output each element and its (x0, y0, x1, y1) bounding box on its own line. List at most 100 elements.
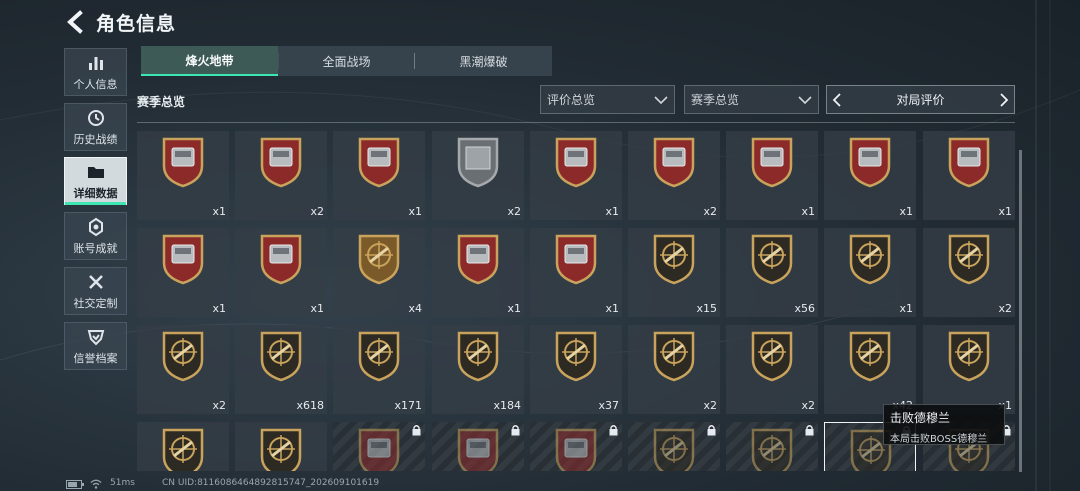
tab-tide-breach[interactable]: 黑潮爆破 (415, 46, 552, 76)
nav-item-detailed-data[interactable]: 详细数据 (64, 157, 127, 205)
badge-cell[interactable] (432, 422, 524, 471)
tab-hazard-zone[interactable]: 烽火地带 (141, 46, 278, 76)
nav-label: 社交定制 (73, 296, 118, 310)
badge-server-icon (555, 137, 597, 188)
nav-item-history[interactable]: 历史战绩 (64, 103, 127, 151)
badge-count: x2 (703, 205, 717, 218)
badge-count: x2 (310, 205, 324, 218)
badge-count: x1 (899, 205, 913, 218)
badge-sniper-icon (849, 234, 891, 285)
badge-cell[interactable]: x184 (432, 325, 524, 414)
badge-cell[interactable] (628, 422, 720, 471)
badge-cell[interactable]: x1 (137, 228, 229, 317)
badge-cell[interactable]: x1 (726, 131, 818, 220)
badge-cell[interactable]: x2 (432, 131, 524, 220)
badge-count: x1 (605, 205, 619, 218)
badge-painting-icon (358, 234, 400, 285)
badge-cell[interactable]: x4 (333, 228, 425, 317)
badge-cell[interactable]: x15 (628, 228, 720, 317)
nav-label: 详细数据 (73, 186, 118, 200)
tab-full-battlefield[interactable]: 全面战场 (278, 46, 415, 76)
badge-cell[interactable]: x618 (235, 325, 327, 414)
badge-cell[interactable] (333, 422, 425, 471)
chevron-right-icon[interactable] (994, 86, 1014, 114)
badge-cell[interactable] (137, 422, 229, 471)
badge-head-icon (162, 428, 204, 471)
badge-officer-icon (751, 331, 793, 382)
badge-drone-icon (260, 234, 302, 285)
badge-cell[interactable]: x2 (726, 325, 818, 414)
badge-cell[interactable]: x37 (530, 325, 622, 414)
bar-chart-icon (88, 56, 103, 70)
dropdown-value: 评价总览 (547, 93, 596, 107)
badge-medal-icon (457, 331, 499, 382)
lock-icon (609, 425, 618, 436)
badge-cell[interactable]: x2 (235, 131, 327, 220)
lock-icon (412, 425, 421, 436)
nav-item-achievements[interactable]: 账号成就 (64, 212, 127, 260)
badge-count: x1 (310, 302, 324, 315)
badge-cell[interactable]: x1 (824, 131, 916, 220)
badge-count: x618 (296, 399, 324, 412)
season-overview-dropdown[interactable]: 赛季总览 (684, 85, 819, 114)
section-title: 赛季总览 (137, 95, 186, 109)
badge-cell[interactable]: x42 (824, 325, 916, 414)
badge-cell[interactable]: x1 (235, 228, 327, 317)
chevron-left-icon[interactable] (827, 86, 847, 114)
badge-cell[interactable]: x1 (923, 131, 1015, 220)
nav-item-reputation[interactable]: 信誉档案 (64, 322, 127, 370)
badge-count: x2 (801, 399, 815, 412)
badge-count: x1 (212, 302, 226, 315)
section-divider (137, 122, 1015, 123)
badge-cell[interactable]: x1 (530, 228, 622, 317)
badge-cell[interactable]: x171 (333, 325, 425, 414)
badge-cell[interactable]: x1 (824, 228, 916, 317)
badge-count: x1 (507, 302, 521, 315)
badge-cell[interactable]: x1 (333, 131, 425, 220)
badge-plate-icon (457, 137, 499, 188)
wifi-icon (90, 479, 102, 489)
lock-icon (805, 425, 814, 436)
badge-cell[interactable]: x1 (137, 131, 229, 220)
scrollbar[interactable] (1019, 150, 1022, 472)
uid-text: CN UID:8116086464892815747_202609101619 (162, 478, 380, 488)
badge-cell[interactable] (235, 422, 327, 471)
shield-check-icon (87, 329, 104, 345)
badge-cell[interactable] (530, 422, 622, 471)
page-title: 角色信息 (96, 13, 177, 35)
badge-machine-icon (751, 137, 793, 188)
badge-cell[interactable]: x2 (923, 228, 1015, 317)
history-icon (87, 109, 104, 126)
badge-cell[interactable]: x1 (923, 325, 1015, 414)
tooltip-title: 击败德穆兰 (890, 411, 951, 425)
badge-cell[interactable]: x2 (628, 131, 720, 220)
dropdown-value: 赛季总览 (691, 93, 740, 107)
badge-helmet-face-icon (849, 331, 891, 382)
badge-smg-icon (751, 428, 793, 471)
badge-soldier-icon (653, 331, 695, 382)
badge-count: x1 (801, 205, 815, 218)
rating-overview-dropdown[interactable]: 评价总览 (540, 85, 675, 114)
chevron-down-icon (798, 95, 812, 104)
nav-label: 历史战绩 (73, 132, 118, 146)
badge-count: x2 (507, 205, 521, 218)
badge-tank-icon (162, 137, 204, 188)
badge-rock-icon (358, 428, 400, 471)
badge-cell[interactable] (726, 422, 818, 471)
nav-item-social[interactable]: 社交定制 (64, 267, 127, 315)
lock-icon (511, 425, 520, 436)
badge-cell[interactable]: x1 (530, 131, 622, 220)
badge-count: x56 (794, 302, 815, 315)
nav-label: 个人信息 (73, 77, 118, 91)
badge-cell[interactable]: x2 (137, 325, 229, 414)
nav-label: 账号成就 (73, 241, 118, 255)
badge-cell[interactable]: x2 (628, 325, 720, 414)
back-arrow-icon[interactable] (62, 8, 90, 36)
badge-cell[interactable]: x1 (432, 228, 524, 317)
badge-capsule-icon (457, 234, 499, 285)
battery-icon (66, 480, 84, 489)
nav-item-personal-info[interactable]: 个人信息 (64, 48, 127, 96)
badge-console-icon (653, 137, 695, 188)
badge-cell[interactable]: x56 (726, 228, 818, 317)
tools-icon (88, 274, 103, 289)
